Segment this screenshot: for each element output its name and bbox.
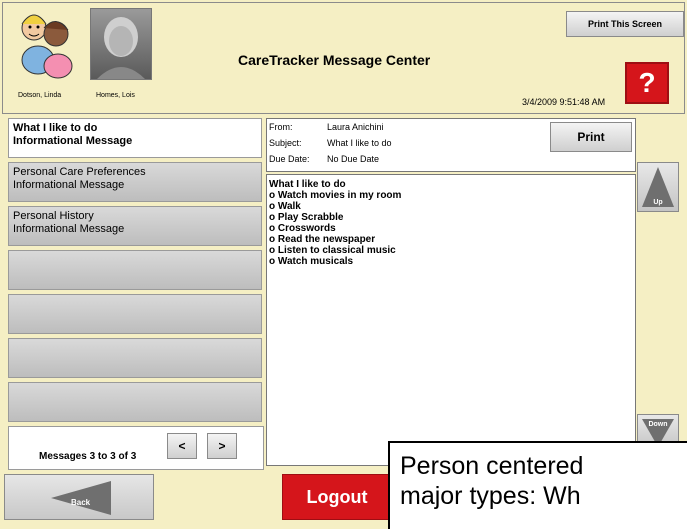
header: Dotson, Linda Homes, Lois CareTracker Me… [0, 0, 687, 116]
back-button[interactable]: Back [4, 474, 154, 520]
message-title: What I like to do [13, 122, 98, 134]
previous-page-button[interactable]: < [167, 433, 197, 459]
page-title: CareTracker Message Center [238, 52, 431, 68]
scroll-up-button[interactable]: Up [637, 162, 679, 212]
avatar-name-resident: Homes, Lois [96, 92, 135, 99]
print-button[interactable]: Print [550, 122, 632, 152]
message-header: From: Laura Anichini Subject: What I like … [266, 118, 636, 172]
message-type: Informational Message [13, 135, 133, 147]
pager: Messages 3 to 3 of 3 < > [8, 426, 264, 470]
next-page-button[interactable]: > [207, 433, 237, 459]
caption-line: major types: Wh [400, 482, 581, 510]
message-list: What I like to do Informational Message … [4, 116, 264, 470]
empty-message-slot[interactable] [8, 294, 262, 334]
empty-message-slot[interactable] [8, 250, 262, 290]
empty-message-slot[interactable] [8, 382, 262, 422]
message-type: Informational Message [13, 223, 125, 235]
message-item[interactable]: What I like to do Informational Message [8, 118, 262, 158]
scroll-up-label: Up [653, 199, 663, 206]
subject-row: Subject: What I like to do [269, 138, 392, 148]
message-title: Personal History [13, 210, 94, 222]
from-row: From: Laura Anichini [269, 122, 384, 132]
due-date-label: Due Date: [269, 154, 310, 164]
body-line: o Watch movies in my room [269, 190, 402, 201]
message-title: Personal Care Preferences [13, 166, 146, 178]
empty-message-slot[interactable] [8, 338, 262, 378]
family-cartoon-icon[interactable] [16, 8, 76, 80]
body-line: o Read the newspaper [269, 234, 376, 245]
caption-line: Person centered [400, 452, 584, 480]
message-type: Informational Message [13, 179, 125, 191]
pager-status: Messages 3 to 3 of 3 [39, 451, 137, 462]
message-body: What I like to do o Watch movies in my r… [266, 174, 636, 466]
logout-button[interactable]: Logout [282, 474, 392, 520]
due-date-value: No Due Date [327, 154, 380, 164]
from-label: From: [269, 122, 293, 132]
body-line: o Play Scrabble [269, 212, 344, 223]
timestamp: 3/4/2009 9:51:48 AM [522, 97, 606, 107]
body-line: o Watch musicals [269, 256, 354, 267]
body-line: o Crosswords [269, 223, 336, 234]
message-item[interactable]: Personal History Informational Message [8, 206, 262, 246]
body-line: What I like to do [269, 179, 346, 190]
resident-photo[interactable] [90, 8, 152, 80]
caption-overlay: Person centered major types: Wh [388, 441, 687, 529]
scroll-down-label: Down [648, 421, 668, 428]
from-value: Laura Anichini [327, 122, 384, 132]
help-button[interactable]: ? [625, 62, 669, 104]
message-item[interactable]: Personal Care Preferences Informational … [8, 162, 262, 202]
subject-value: What I like to do [327, 138, 392, 148]
back-label: Back [71, 498, 91, 507]
body-line: o Listen to classical music [269, 245, 396, 256]
print-screen-button[interactable]: Print This Screen [566, 11, 684, 37]
due-date-row: Due Date: No Due Date [269, 154, 379, 164]
avatar-name-staff: Dotson, Linda [18, 92, 62, 99]
subject-label: Subject: [269, 138, 302, 148]
body-line: o Walk [269, 201, 301, 212]
